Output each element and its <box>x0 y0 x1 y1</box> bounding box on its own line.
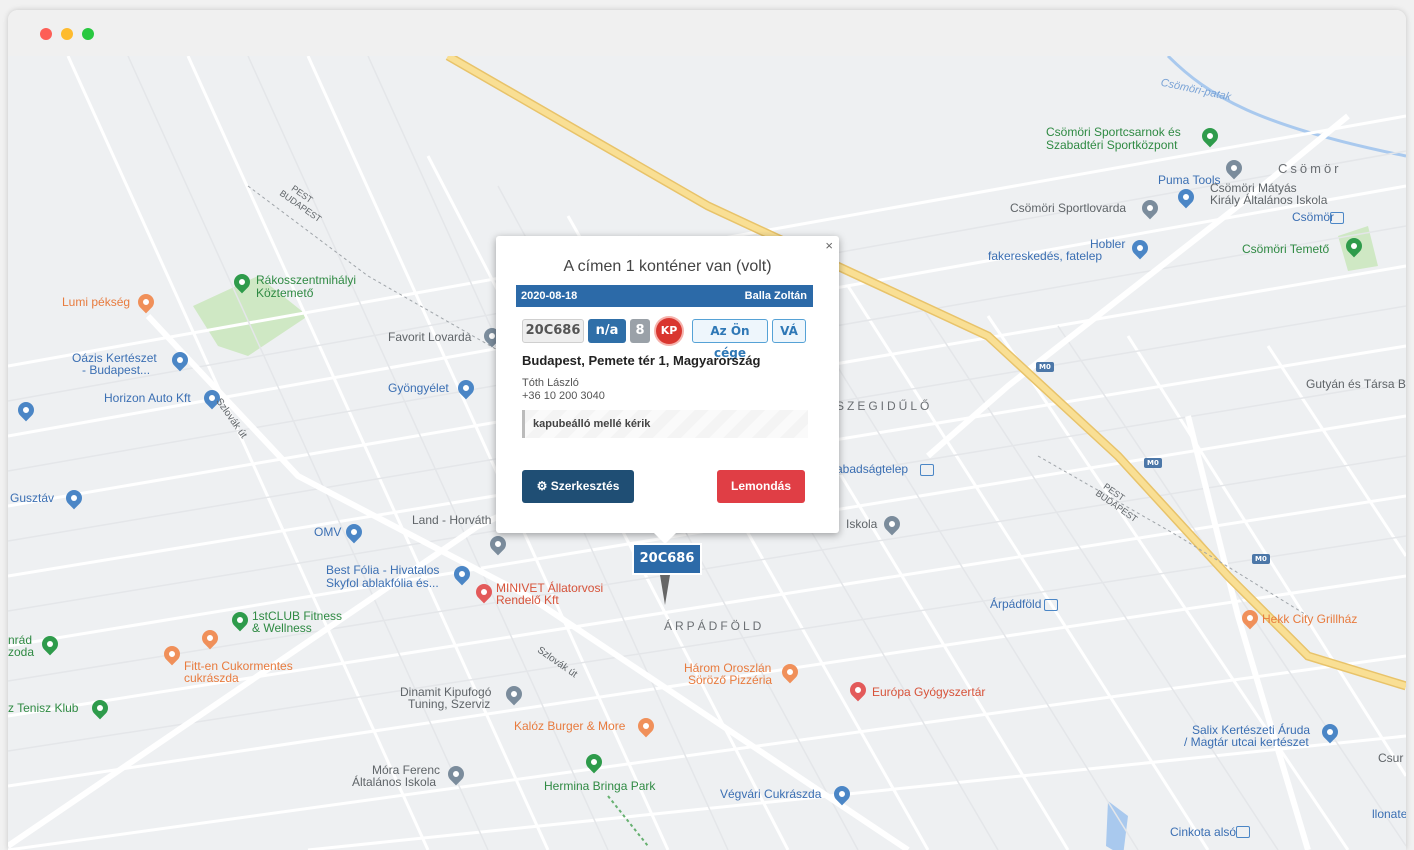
map-label-poi[interactable]: OMV <box>314 526 341 539</box>
map-label-poi[interactable]: Általános Iskola <box>352 776 436 789</box>
map-label-transit[interactable]: Cinkota alsó <box>1170 826 1236 839</box>
map-label-poi[interactable]: Iskola <box>846 518 877 531</box>
map-label-poi[interactable]: Gyöngyélet <box>388 382 449 395</box>
map-label-poi[interactable]: Európa Gyógyszertár <box>872 686 985 699</box>
map-label-poi[interactable]: Skyfol ablakfólia és... <box>326 577 439 590</box>
map-label-poi[interactable]: Hekk City Grillház <box>1262 613 1357 626</box>
map-label-poi[interactable]: Gutyán és Társa B <box>1306 378 1406 391</box>
cancel-button-label: Lemondás <box>730 479 791 493</box>
bus-stop-icon[interactable] <box>1330 212 1344 224</box>
map-label-poi[interactable]: & Wellness <box>252 622 312 635</box>
gear-icon: ⚙ <box>536 479 548 493</box>
highway-shield: M0 <box>1036 362 1054 372</box>
maximize-window-button[interactable] <box>82 28 94 40</box>
map-label-transit[interactable]: abadságtelep <box>836 463 908 476</box>
map-label-poi[interactable]: Land - Horváth <box>412 514 491 527</box>
container-marker[interactable]: 20C686 <box>632 543 702 575</box>
payment-kp-badge: KP <box>656 318 682 344</box>
marker-pointer <box>660 575 670 605</box>
map-label-poi[interactable]: Horizon Auto Kft <box>104 392 191 405</box>
edit-button-label: Szerkesztés <box>550 479 620 493</box>
driver-name: Balla Zoltán <box>744 290 807 302</box>
map-label-poi[interactable]: Csur <box>1378 752 1403 765</box>
map-label-poi[interactable]: Szabadtéri Sportközpont <box>1046 139 1177 152</box>
popup-title: A címen 1 konténer van (volt) <box>563 258 772 275</box>
order-date: 2020-08-18 <box>521 290 578 302</box>
map-label-area: ÁRPÁDFÖLD <box>664 619 765 633</box>
count-badge: 8 <box>630 319 650 343</box>
map-label-transit[interactable]: Csömör <box>1292 211 1334 224</box>
map-label-poi[interactable]: Csömöri Temető <box>1242 243 1329 256</box>
va-badge: VÁ <box>772 319 806 343</box>
map-label-poi[interactable]: Végvári Cukrászda <box>720 788 821 801</box>
map-label-area: Csömör <box>1278 161 1342 176</box>
close-popup-button[interactable]: × <box>825 238 833 253</box>
train-stop-icon[interactable] <box>920 464 934 476</box>
map-label-poi[interactable]: fakereskedés, fatelep <box>988 250 1102 263</box>
map-label-poi[interactable]: Söröző Pizzéria <box>688 674 772 687</box>
container-info-popup: × A címen 1 konténer van (volt) 2020-08-… <box>496 236 839 533</box>
highway-shield: M0 <box>1144 458 1162 468</box>
map-label-poi[interactable]: Tuning, Szerviz <box>408 698 490 711</box>
container-id-badge: 20C686 <box>522 319 584 343</box>
train-stop-icon[interactable] <box>1236 826 1250 838</box>
map-label-poi[interactable]: Gusztáv <box>10 492 54 505</box>
contact-name: Tóth László <box>522 377 579 389</box>
map-label-transit[interactable]: Árpádföld <box>990 598 1041 611</box>
browser-window: Csömöri-patak Csömöri Sportcsarnok és Sz… <box>8 10 1406 850</box>
map-label-poi[interactable]: Csömöri Sportlovarda <box>1010 202 1126 215</box>
map-label-poi[interactable]: zoda <box>8 646 34 659</box>
map-label-poi[interactable]: Hermina Bringa Park <box>544 780 655 793</box>
map-label-poi[interactable]: llonate <box>1372 808 1406 821</box>
order-header-bar: 2020-08-18 Balla Zoltán <box>516 285 813 307</box>
note-text: kapubeálló mellé kérik <box>533 418 651 430</box>
minimize-window-button[interactable] <box>61 28 73 40</box>
edit-button[interactable]: ⚙ Szerkesztés <box>522 470 634 503</box>
contact-phone: +36 10 200 3040 <box>522 390 605 402</box>
note-box: kapubeálló mellé kérik <box>522 410 808 438</box>
close-window-button[interactable] <box>40 28 52 40</box>
map-label-poi[interactable]: Köztemető <box>256 287 313 300</box>
map-label-poi[interactable]: cukrászda <box>184 672 239 685</box>
cancel-order-button[interactable]: Lemondás <box>717 470 805 503</box>
map-label-poi[interactable]: Rendelő Kft <box>496 594 559 607</box>
map-label-poi[interactable]: Lumi pékség <box>62 296 130 309</box>
highway-shield: M0 <box>1252 554 1270 564</box>
address-text: Budapest, Pemete tér 1, Magyarország <box>522 353 761 368</box>
map-label-poi[interactable]: - Budapest... <box>82 364 150 377</box>
company-badge: Az Ön cége <box>692 319 768 360</box>
map-label-poi[interactable]: Király Általános Iskola <box>1210 194 1327 207</box>
order-card: 20C686 n/a 8 KP Az Ön cége VÁ Budapest, … <box>516 307 813 513</box>
map-label-poi[interactable]: Kalóz Burger & More <box>514 720 625 733</box>
map-label-poi[interactable]: / Magtár utcai kertészet <box>1184 736 1309 749</box>
map-label-poi[interactable]: z Tenisz Klub <box>8 702 78 715</box>
map-label-poi[interactable]: Favorit Lovarda <box>388 331 471 344</box>
contact-info: Tóth László +36 10 200 3040 <box>522 377 605 403</box>
title-bar <box>8 10 1406 57</box>
map-label-area: SZEGIDŰLŐ <box>836 399 933 413</box>
status-badge: n/a <box>588 319 626 343</box>
train-stop-icon[interactable] <box>1044 599 1058 611</box>
